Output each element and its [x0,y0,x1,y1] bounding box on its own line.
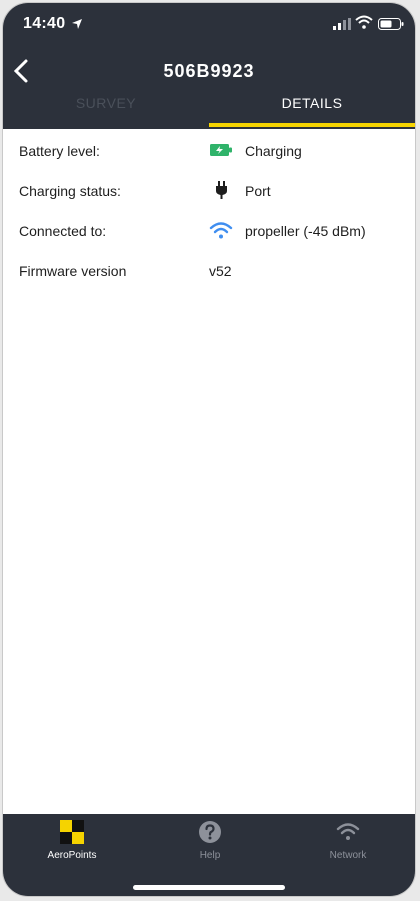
tab-survey-label: SURVEY [75,95,137,111]
nav-bar: 506B9923 [3,51,415,91]
top-bar: 14:40 506B9923 SURVEY DETAILS [3,3,415,129]
connected-to-label: Connected to: [19,223,107,239]
firmware-version-row: Firmware version v52 [3,249,415,289]
nav-aeropoints[interactable]: AeroPoints [3,820,141,878]
charging-status-label: Charging status: [19,183,121,199]
battery-icon [378,17,404,35]
home-indicator[interactable] [133,885,285,890]
firmware-version-value: v52 [209,263,232,279]
aeropoints-checker-icon [60,820,84,844]
wifi-icon [209,221,233,239]
help-icon [198,820,222,844]
nav-network[interactable]: Network [279,820,415,878]
location-arrow-icon [71,17,85,31]
nav-network-label: Network [329,850,367,861]
phone-screen: 14:40 506B9923 SURVEY DETAILS Battery le… [2,2,416,897]
bottom-nav: AeroPoints Help Network [3,814,415,896]
plug-icon [209,181,233,199]
firmware-version-label: Firmware version [19,263,127,279]
nav-aeropoints-label: AeroPoints [47,850,97,861]
wifi-icon [336,820,360,844]
signal-icon [333,17,351,35]
status-time: 14:40 [23,15,66,32]
details-list: Battery level: Charging Charging status:… [3,129,415,289]
tab-survey[interactable]: SURVEY [3,91,209,129]
tab-bar: SURVEY DETAILS [3,91,415,129]
wifi-icon [355,15,373,34]
nav-help[interactable]: Help [141,820,279,878]
page-title: 506B9923 [163,61,255,81]
nav-help-label: Help [199,850,221,861]
battery-level-label: Battery level: [19,143,100,159]
connected-to-value: propeller (-45 dBm) [245,223,366,239]
active-tab-indicator [209,123,415,127]
connected-to-row: Connected to: propeller (-45 dBm) [3,209,415,249]
charging-status-row: Charging status: Port [3,169,415,209]
status-bar: 14:40 [3,3,415,47]
tab-details-label: DETAILS [281,95,343,111]
charging-status-value: Port [245,183,271,199]
battery-level-row: Battery level: Charging [3,129,415,169]
battery-charging-icon [209,141,233,159]
battery-level-value: Charging [245,143,302,159]
tab-details[interactable]: DETAILS [209,91,415,129]
